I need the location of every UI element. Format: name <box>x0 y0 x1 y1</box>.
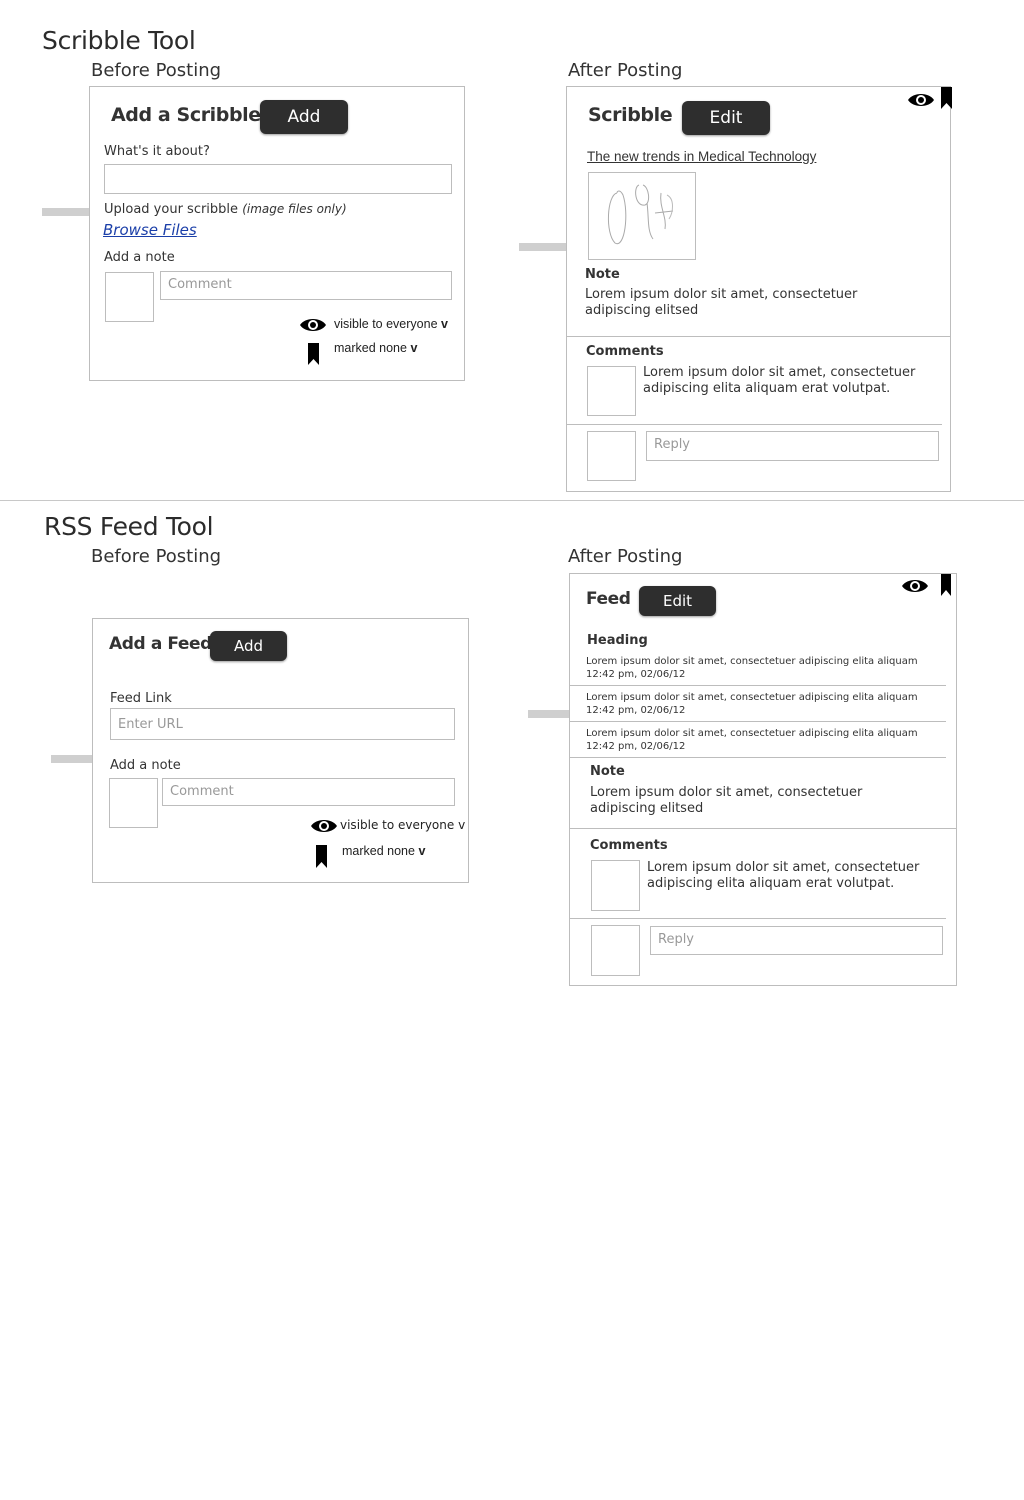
divider <box>567 424 942 425</box>
chevron-down-icon: v <box>441 317 448 331</box>
marked-label: marked none <box>334 341 407 355</box>
feed-item-time: 12:42 pm, 02/06/12 <box>586 741 686 752</box>
note-label: Add a note <box>104 250 175 265</box>
chevron-down-icon: v <box>418 844 426 858</box>
feed-heading: Heading <box>587 633 648 648</box>
comments-heading: Comments <box>586 344 664 359</box>
scribble-image[interactable] <box>588 172 696 260</box>
edit-button[interactable]: Edit <box>682 101 770 135</box>
marked-dropdown[interactable]: marked none v <box>342 844 425 858</box>
url-input[interactable]: Enter URL <box>110 708 455 740</box>
upload-label: Upload your scribble (image files only) <box>104 202 347 217</box>
visibility-dropdown[interactable]: visible to everyone v <box>334 317 448 331</box>
marked-dropdown[interactable]: marked none v <box>334 341 417 355</box>
feed-post: Feed Edit Heading Lorem ipsum dolor sit … <box>569 573 957 986</box>
bookmark-icon[interactable] <box>316 845 327 868</box>
scribble-before-heading: Before Posting <box>91 60 222 81</box>
chevron-down-icon: v <box>410 341 418 355</box>
upload-hint: (image files only) <box>242 202 347 216</box>
eye-icon[interactable] <box>907 91 935 109</box>
add-scribble-form: Add a Scribble Add What's it about? Uplo… <box>89 86 465 381</box>
feed-item-time: 12:42 pm, 02/06/12 <box>586 705 686 716</box>
scribble-form-connector <box>42 208 90 216</box>
add-button[interactable]: Add <box>210 631 287 661</box>
feed-item-text: Lorem ipsum dolor sit amet, consectetuer… <box>586 728 918 739</box>
add-feed-form: Add a Feed Add Feed Link Enter URL Add a… <box>92 618 469 883</box>
note-label: Add a note <box>110 758 181 773</box>
divider <box>570 721 946 722</box>
browse-files-link[interactable]: Browse Files <box>103 221 197 239</box>
avatar <box>109 778 158 828</box>
rss-post-connector <box>528 710 570 718</box>
scribble-post-title: Scribble <box>588 104 673 126</box>
feed-post-title: Feed <box>586 589 631 609</box>
visibility-dropdown[interactable]: visible to everyone v <box>340 818 465 832</box>
divider <box>570 918 946 919</box>
feed-item[interactable]: Lorem ipsum dolor sit amet, consectetuer… <box>586 655 946 681</box>
divider <box>570 685 946 686</box>
note-text: Lorem ipsum dolor sit amet, consectetuer… <box>590 785 863 816</box>
note-heading: Note <box>590 764 625 779</box>
about-label: What's it about? <box>104 144 210 159</box>
comment-input[interactable]: Comment <box>162 778 455 806</box>
avatar <box>587 431 636 481</box>
note-heading: Note <box>585 267 620 282</box>
add-button[interactable]: Add <box>260 100 348 134</box>
divider <box>567 336 950 337</box>
visibility-label: visible to everyone <box>334 317 438 331</box>
rss-before-heading: Before Posting <box>91 546 222 567</box>
eye-icon[interactable] <box>299 316 327 334</box>
avatar <box>591 925 640 976</box>
bookmark-icon[interactable] <box>308 343 319 365</box>
bookmark-icon[interactable] <box>941 574 951 596</box>
feed-item[interactable]: Lorem ipsum dolor sit amet, consectetuer… <box>586 691 946 717</box>
avatar <box>591 860 640 911</box>
scribble-drawing-icon <box>608 184 674 245</box>
comment-text: Lorem ipsum dolor sit amet, consectetuer… <box>647 860 920 891</box>
rss-tool-title: RSS Feed Tool <box>44 512 214 541</box>
eye-icon[interactable] <box>310 817 338 835</box>
feed-item-time: 12:42 pm, 02/06/12 <box>586 669 686 680</box>
section-divider <box>0 500 1024 501</box>
eye-icon[interactable] <box>901 577 929 595</box>
scribble-topic-link[interactable]: The new trends in Medical Technology <box>587 149 816 164</box>
edit-button[interactable]: Edit <box>639 586 716 616</box>
comment-text: Lorem ipsum dolor sit amet, consectetuer… <box>643 365 916 396</box>
divider <box>570 828 956 829</box>
chevron-down-icon: v <box>458 818 466 832</box>
feed-item-text: Lorem ipsum dolor sit amet, consectetuer… <box>586 656 918 667</box>
scribble-tool-title: Scribble Tool <box>42 26 196 55</box>
feed-item-text: Lorem ipsum dolor sit amet, consectetuer… <box>586 692 918 703</box>
comments-heading: Comments <box>590 838 668 853</box>
feed-link-label: Feed Link <box>110 691 172 706</box>
avatar <box>105 272 154 322</box>
note-text: Lorem ipsum dolor sit amet, consectetuer… <box>585 287 858 318</box>
rss-after-heading: After Posting <box>568 546 683 567</box>
comment-input[interactable]: Comment <box>160 271 452 300</box>
upload-label-text: Upload your scribble <box>104 202 239 217</box>
add-scribble-title: Add a Scribble <box>111 104 261 126</box>
divider <box>570 757 946 758</box>
avatar <box>587 366 636 416</box>
bookmark-icon[interactable] <box>941 87 952 109</box>
reply-input[interactable]: Reply <box>646 431 939 461</box>
scribble-post-connector <box>519 243 567 251</box>
reply-input[interactable]: Reply <box>650 926 943 955</box>
about-input[interactable] <box>104 164 452 194</box>
visibility-label: visible to everyone <box>340 818 455 832</box>
scribble-post: Scribble Edit The new trends in Medical … <box>566 86 952 492</box>
rss-form-connector <box>51 755 93 763</box>
feed-item[interactable]: Lorem ipsum dolor sit amet, consectetuer… <box>586 727 946 753</box>
scribble-after-heading: After Posting <box>568 60 683 81</box>
marked-label: marked none <box>342 844 415 858</box>
add-feed-title: Add a Feed <box>109 634 212 654</box>
